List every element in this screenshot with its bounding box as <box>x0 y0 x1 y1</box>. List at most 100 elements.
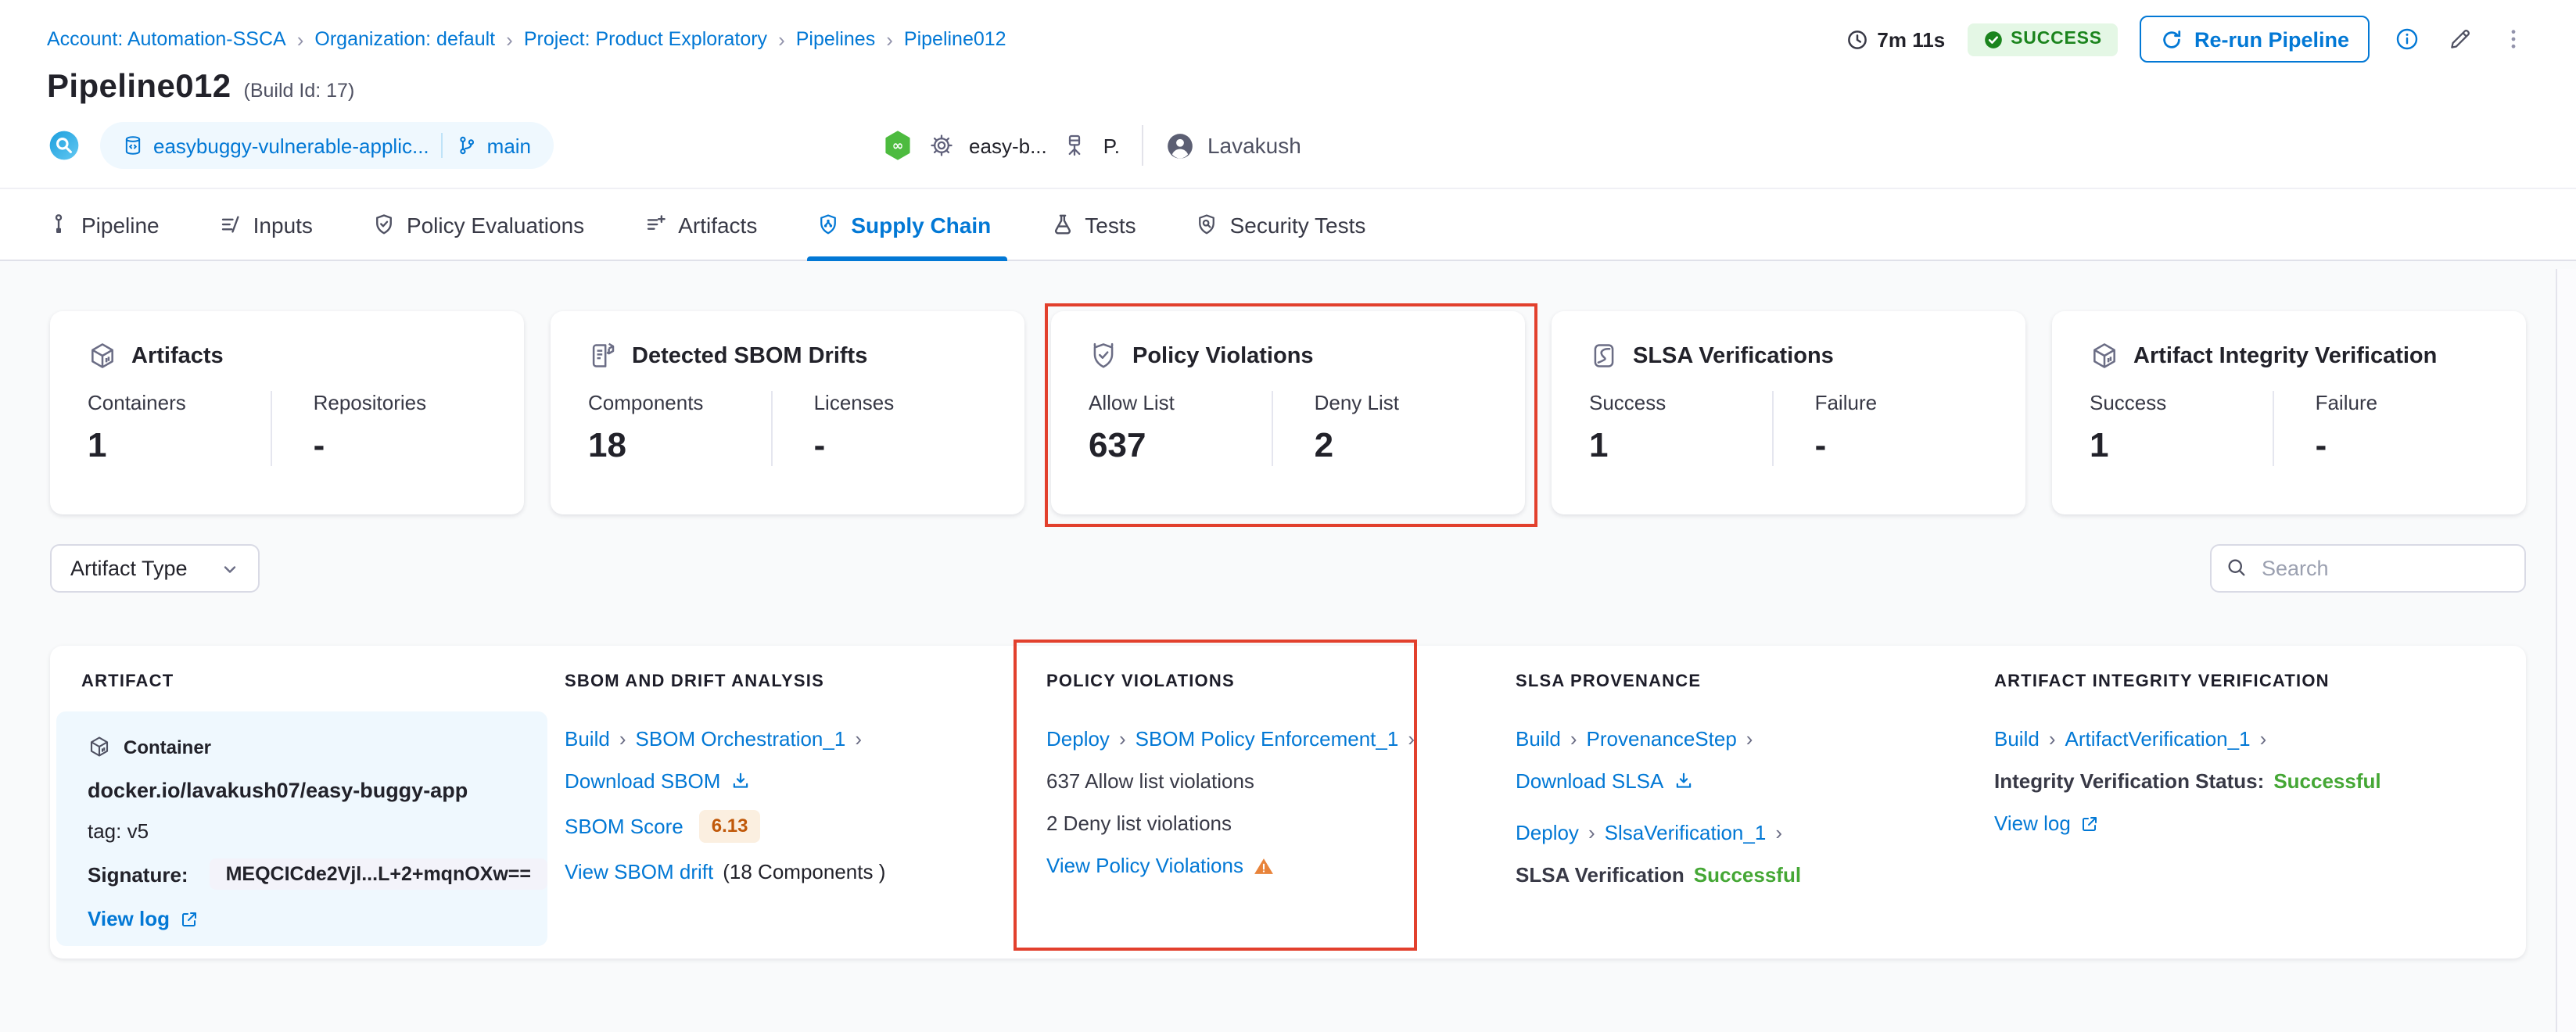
breadcrumb-pipeline012[interactable]: Pipeline012 <box>904 28 1006 50</box>
chevron-right-icon: › <box>2260 726 2267 752</box>
stat-label: Success <box>1589 391 1773 414</box>
search-icon <box>2226 557 2248 579</box>
slsa-verification-step-link[interactable]: SlsaVerification_1 <box>1605 819 1767 846</box>
repo-branch-pill: easybuggy-vulnerable-applic... main <box>100 122 553 169</box>
more-options-button[interactable] <box>2498 23 2529 55</box>
card-artifacts: Artifacts Containers1 Repositories- <box>50 311 524 514</box>
sbom-stage-link[interactable]: Build <box>565 726 610 752</box>
chevron-right-icon: › <box>855 726 862 752</box>
slsa-verification-label: SLSA Verification <box>1516 862 1684 888</box>
policy-step-link[interactable]: SBOM Policy Enforcement_1 <box>1136 726 1399 752</box>
chevron-right-icon: › <box>2049 726 2056 752</box>
search-input[interactable] <box>2210 544 2526 593</box>
check-circle-icon <box>1982 29 2003 49</box>
artifact-integrity-cell: Build › ArtifactVerification_1 › Integri… <box>1983 711 2526 946</box>
chevron-right-icon: › <box>1570 726 1577 752</box>
slsa-shield-icon <box>1589 341 1619 371</box>
tab-artifacts[interactable]: Artifacts <box>644 189 757 260</box>
artifact-tag: tag: v5 <box>88 819 516 843</box>
artifact-cell: Container docker.io/lavakush07/easy-bugg… <box>56 711 547 946</box>
download-slsa-link[interactable]: Download SLSA <box>1516 768 1663 794</box>
breadcrumb-account[interactable]: Account: Automation-SSCA <box>47 28 286 50</box>
search-box <box>2210 544 2526 593</box>
slsa-stage-link[interactable]: Build <box>1516 726 1561 752</box>
column-header-slsa-provenance: SLSA PROVENANCE <box>1505 672 1983 691</box>
slsa-deploy-stage-link[interactable]: Deploy <box>1516 819 1579 846</box>
container-cube-icon <box>88 735 111 758</box>
table-row: Container docker.io/lavakush07/easy-bugg… <box>50 711 2526 946</box>
download-icon <box>1673 771 1693 791</box>
summary-cards: Artifacts Containers1 Repositories- Dete… <box>50 311 2526 514</box>
trigger-webhook-icon <box>47 128 81 163</box>
edit-pipeline-button[interactable] <box>2445 23 2476 55</box>
external-link-icon <box>179 909 198 928</box>
flask-icon <box>1050 213 1074 236</box>
shield-check-icon <box>372 213 396 236</box>
svg-text:∞: ∞ <box>892 138 903 154</box>
rerun-pipeline-button[interactable]: Re-run Pipeline <box>2140 16 2370 63</box>
artifacts-list-icon <box>644 213 667 236</box>
tab-policy-evaluations[interactable]: Policy Evaluations <box>372 189 584 260</box>
supply-chain-panel: Artifacts Containers1 Repositories- Dete… <box>0 261 2576 1027</box>
kebab-menu-icon <box>2501 27 2526 52</box>
breadcrumb-organization[interactable]: Organization: default <box>314 28 495 50</box>
tab-tests[interactable]: Tests <box>1050 189 1136 260</box>
repo-link[interactable]: easybuggy-vulnerable-applic... <box>122 134 429 157</box>
branch-link[interactable]: main <box>456 134 531 157</box>
stat-label: Repositories <box>314 391 486 414</box>
divider <box>1142 125 1143 166</box>
breadcrumb-project[interactable]: Project: Product Exploratory <box>524 28 767 50</box>
slsa-verification-status: Successful <box>1694 862 1801 888</box>
stat-value: - <box>314 425 486 466</box>
tab-pipeline[interactable]: Pipeline <box>47 189 160 260</box>
provenance-step-link[interactable]: ProvenanceStep <box>1587 726 1737 752</box>
table-header-row: ARTIFACT SBOM AND DRIFT ANALYSIS POLICY … <box>50 646 2526 691</box>
vertical-scrollbar[interactable] <box>2556 269 2576 1032</box>
view-log-link[interactable]: View log <box>88 907 198 930</box>
policy-stage-link[interactable]: Deploy <box>1046 726 1110 752</box>
download-sbom-link[interactable]: Download SBOM <box>565 768 720 794</box>
page: Account: Automation-SSCA › Organization:… <box>0 0 2576 1032</box>
breadcrumb-separator: › <box>886 27 893 51</box>
artifact-type-select[interactable]: Artifact Type <box>50 544 260 593</box>
view-log-link[interactable]: View log <box>1994 810 2099 837</box>
tab-security-tests[interactable]: Security Tests <box>1196 189 1366 260</box>
view-sbom-drift-link[interactable]: View SBOM drift <box>565 858 713 885</box>
view-policy-violations-link[interactable]: View Policy Violations <box>1046 852 1243 879</box>
artifact-verification-step-link[interactable]: ArtifactVerification_1 <box>2065 726 2251 752</box>
page-title: Pipeline012 <box>47 69 231 106</box>
tab-supply-chain[interactable]: Supply Chain <box>816 189 991 260</box>
sbom-cell: Build › SBOM Orchestration_1 › Download … <box>554 711 1035 946</box>
breadcrumb: Account: Automation-SSCA › Organization:… <box>47 27 1006 51</box>
sbom-step-link[interactable]: SBOM Orchestration_1 <box>636 726 846 752</box>
artifact-type-label: Container <box>124 736 211 758</box>
stat-value: 18 <box>588 425 772 466</box>
download-icon <box>730 771 750 791</box>
chevron-right-icon: › <box>619 726 626 752</box>
breadcrumb-separator: › <box>506 27 513 51</box>
stat-label: Licenses <box>814 391 987 414</box>
slsa-provenance-cell: Build › ProvenanceStep › Download SLSA D… <box>1505 711 1983 946</box>
stat-value: 2 <box>1315 425 1487 466</box>
card-sbom-drifts: Detected SBOM Drifts Components18 Licens… <box>551 311 1024 514</box>
sbom-score-link[interactable]: SBOM Score <box>565 813 683 840</box>
integrity-stage-link[interactable]: Build <box>1994 726 2040 752</box>
stat-label: Containers <box>88 391 271 414</box>
rerun-icon <box>2160 27 2183 51</box>
info-button[interactable] <box>2391 23 2423 55</box>
breadcrumb-pipelines[interactable]: Pipelines <box>796 28 875 50</box>
info-icon <box>2395 27 2420 52</box>
warning-icon <box>1253 855 1275 876</box>
tab-inputs[interactable]: Inputs <box>219 189 313 260</box>
stat-label: Success <box>2090 391 2273 414</box>
sbom-score-badge: 6.13 <box>699 810 761 843</box>
service-label: easy-b... <box>969 134 1047 157</box>
column-header-policy-violations: POLICY VIOLATIONS <box>1035 672 1505 691</box>
breadcrumb-separator: › <box>297 27 304 51</box>
filter-row: Artifact Type <box>50 544 2526 593</box>
signature-value: MEQCICde2Vjl...L+2+mqnOXw== <box>210 858 547 890</box>
stat-value: 1 <box>1589 425 1773 466</box>
integrity-status-label: Integrity Verification Status: <box>1994 768 2264 794</box>
harness-ci-icon: ∞ <box>881 130 913 161</box>
artifact-name: docker.io/lavakush07/easy-buggy-app <box>88 779 516 802</box>
